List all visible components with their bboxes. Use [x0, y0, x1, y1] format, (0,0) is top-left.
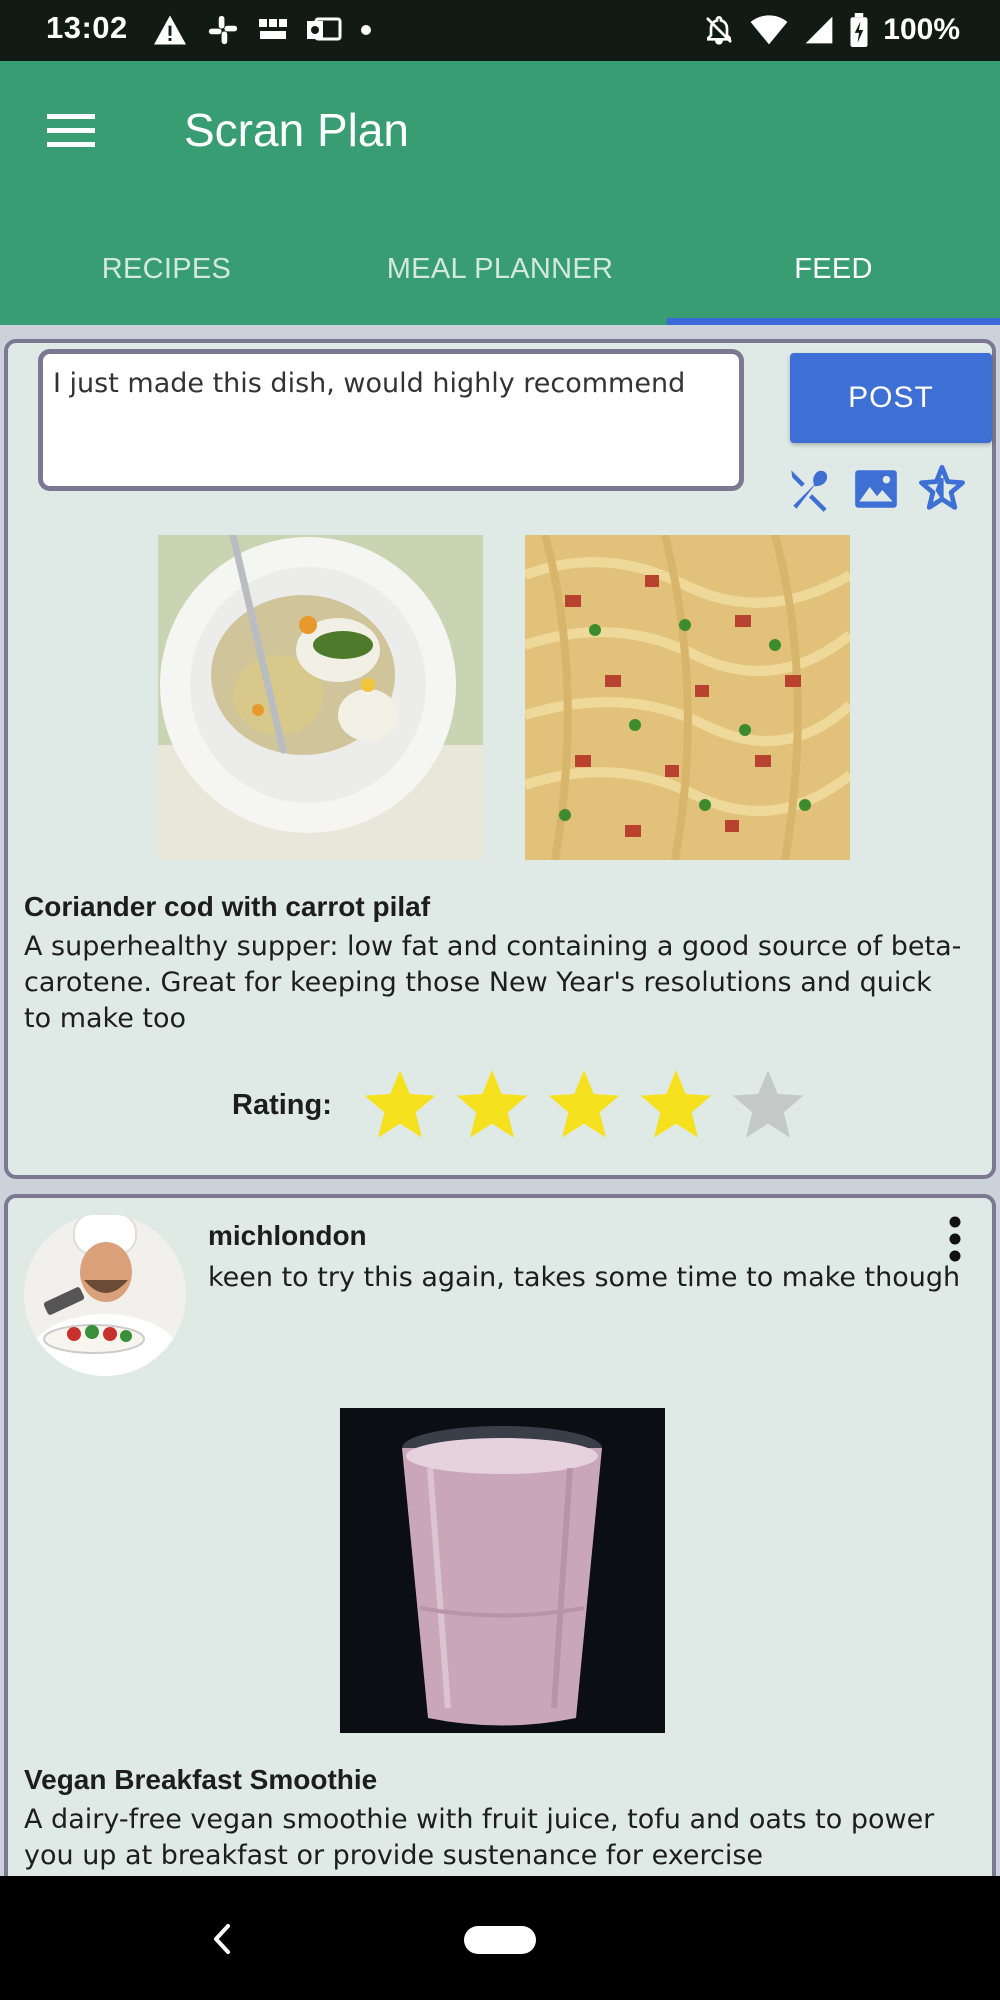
feed-post-card: michlondon keen to try this again, takes…	[4, 1194, 996, 1954]
battery-charging-icon	[849, 13, 869, 47]
add-recipe-button[interactable]	[784, 463, 836, 515]
tab-indicator	[667, 318, 1000, 325]
warning-icon	[152, 14, 188, 46]
app-title: Scran Plan	[184, 104, 410, 156]
star-filled-icon[interactable]	[452, 1065, 532, 1145]
app-bar: Scran Plan RECIPES MEAL PLANNER FEED	[0, 61, 1000, 325]
signal-icon	[803, 14, 835, 46]
compose-tools	[784, 463, 968, 515]
battery-percentage: 100%	[883, 13, 960, 46]
recipe-description: A superhealthy supper: low fat and conta…	[24, 931, 962, 1034]
add-image-button[interactable]	[850, 463, 902, 515]
more-vert-icon	[949, 1216, 961, 1262]
status-time: 13:02	[46, 10, 128, 45]
star-filled-icon[interactable]	[636, 1065, 716, 1145]
recipe-title: Vegan Breakfast Smoothie	[24, 1764, 378, 1795]
bbc-news-icon	[258, 17, 288, 43]
post-options-button[interactable]	[940, 1214, 970, 1264]
avatar[interactable]	[24, 1214, 186, 1376]
tab-recipes[interactable]: RECIPES	[0, 223, 333, 325]
slack-icon	[206, 13, 240, 47]
wifi-icon	[749, 14, 789, 46]
hamburger-menu-icon	[47, 114, 95, 147]
recipe-photo-pasta	[525, 535, 850, 860]
back-icon	[214, 1924, 230, 1954]
notifications-off-icon	[703, 13, 735, 47]
rating-stars[interactable]	[360, 1065, 808, 1145]
star-add-icon	[919, 464, 965, 510]
status-bar: 13:02 100%	[0, 0, 1000, 61]
recipe-photo-cod	[158, 535, 483, 860]
star-empty-icon[interactable]	[728, 1065, 808, 1145]
navigation-bar	[0, 1876, 1000, 2000]
recipe-photo-smoothie	[340, 1408, 665, 1733]
outlook-icon	[306, 15, 342, 45]
dot-icon	[360, 24, 372, 36]
rating-label: Rating:	[232, 1088, 332, 1121]
star-filled-icon[interactable]	[544, 1065, 624, 1145]
home-button[interactable]	[464, 1926, 536, 1954]
status-system-icons: 100%	[703, 10, 960, 50]
add-rating-button[interactable]	[916, 463, 968, 515]
post-username[interactable]: michlondon	[208, 1220, 367, 1252]
recipe-title: Coriander cod with carrot pilaf	[24, 891, 431, 922]
post-text-input[interactable]: I just made this dish, would highly reco…	[38, 349, 744, 491]
tab-bar: RECIPES MEAL PLANNER FEED	[0, 223, 1000, 325]
star-filled-icon[interactable]	[360, 1065, 440, 1145]
status-notification-icons	[152, 12, 372, 48]
menu-button[interactable]	[38, 101, 104, 161]
rating-row: Rating:	[232, 1065, 808, 1145]
tab-meal-planner[interactable]: MEAL PLANNER	[333, 223, 667, 325]
post-button[interactable]: POST	[790, 353, 992, 443]
image-icon	[855, 470, 897, 508]
restaurant-icon	[791, 470, 828, 512]
compose-card: I just made this dish, would highly reco…	[4, 339, 996, 1179]
back-button[interactable]	[200, 1914, 244, 1964]
tab-feed[interactable]: FEED	[667, 223, 1000, 325]
post-comment: keen to try this again, takes some time …	[208, 1262, 961, 1293]
recipe-description: A dairy-free vegan smoothie with fruit j…	[24, 1804, 935, 1871]
